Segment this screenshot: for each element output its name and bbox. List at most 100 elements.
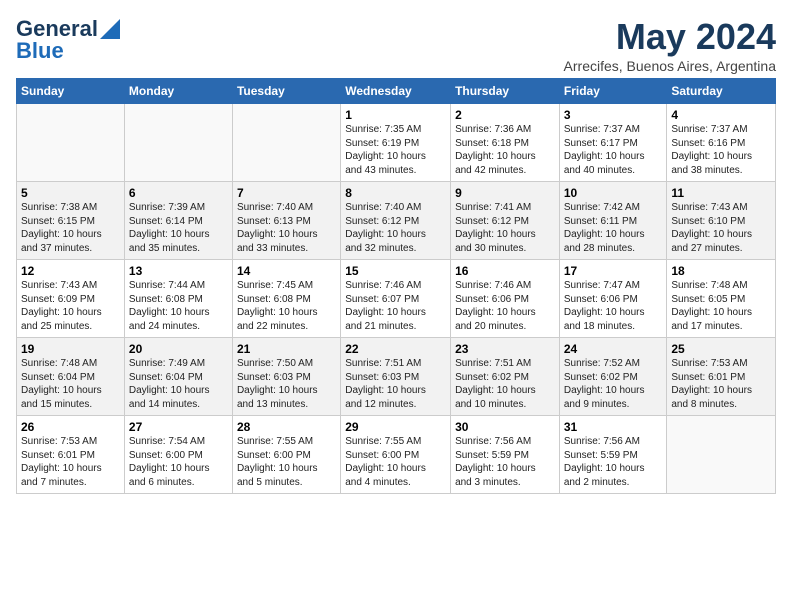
calendar-cell: 22Sunrise: 7:51 AM Sunset: 6:03 PM Dayli… [341,338,451,416]
calendar-cell [124,104,232,182]
day-number: 5 [21,186,120,200]
calendar-cell [232,104,340,182]
day-info: Sunrise: 7:40 AM Sunset: 6:12 PM Dayligh… [345,201,446,255]
calendar-cell: 13Sunrise: 7:44 AM Sunset: 6:08 PM Dayli… [124,260,232,338]
day-number: 17 [564,264,663,278]
calendar-cell: 30Sunrise: 7:56 AM Sunset: 5:59 PM Dayli… [451,416,560,494]
week-row-3: 12Sunrise: 7:43 AM Sunset: 6:09 PM Dayli… [17,260,776,338]
calendar-cell: 6Sunrise: 7:39 AM Sunset: 6:14 PM Daylig… [124,182,232,260]
day-info: Sunrise: 7:39 AM Sunset: 6:14 PM Dayligh… [129,201,228,255]
header-day-thursday: Thursday [451,79,560,104]
calendar-cell: 2Sunrise: 7:36 AM Sunset: 6:18 PM Daylig… [451,104,560,182]
week-row-5: 26Sunrise: 7:53 AM Sunset: 6:01 PM Dayli… [17,416,776,494]
day-number: 25 [671,342,771,356]
day-info: Sunrise: 7:35 AM Sunset: 6:19 PM Dayligh… [345,123,446,177]
day-number: 11 [671,186,771,200]
day-info: Sunrise: 7:41 AM Sunset: 6:12 PM Dayligh… [455,201,555,255]
day-info: Sunrise: 7:48 AM Sunset: 6:05 PM Dayligh… [671,279,771,333]
day-info: Sunrise: 7:46 AM Sunset: 6:07 PM Dayligh… [345,279,446,333]
day-number: 4 [671,108,771,122]
week-row-1: 1Sunrise: 7:35 AM Sunset: 6:19 PM Daylig… [17,104,776,182]
day-info: Sunrise: 7:44 AM Sunset: 6:08 PM Dayligh… [129,279,228,333]
day-number: 29 [345,420,446,434]
day-number: 30 [455,420,555,434]
day-info: Sunrise: 7:54 AM Sunset: 6:00 PM Dayligh… [129,435,228,489]
calendar-cell: 14Sunrise: 7:45 AM Sunset: 6:08 PM Dayli… [232,260,340,338]
logo-blue: Blue [16,38,64,64]
calendar-cell: 3Sunrise: 7:37 AM Sunset: 6:17 PM Daylig… [559,104,667,182]
calendar-cell [17,104,125,182]
day-info: Sunrise: 7:48 AM Sunset: 6:04 PM Dayligh… [21,357,120,411]
day-info: Sunrise: 7:55 AM Sunset: 6:00 PM Dayligh… [345,435,446,489]
day-info: Sunrise: 7:38 AM Sunset: 6:15 PM Dayligh… [21,201,120,255]
day-number: 18 [671,264,771,278]
day-number: 7 [237,186,336,200]
day-number: 15 [345,264,446,278]
day-info: Sunrise: 7:45 AM Sunset: 6:08 PM Dayligh… [237,279,336,333]
title-block: May 2024 Arrecifes, Buenos Aires, Argent… [564,16,776,74]
day-number: 8 [345,186,446,200]
day-number: 26 [21,420,120,434]
day-number: 3 [564,108,663,122]
page-header: General Blue May 2024 Arrecifes, Buenos … [16,16,776,74]
calendar-cell: 23Sunrise: 7:51 AM Sunset: 6:02 PM Dayli… [451,338,560,416]
day-info: Sunrise: 7:51 AM Sunset: 6:02 PM Dayligh… [455,357,555,411]
day-number: 9 [455,186,555,200]
calendar-cell: 19Sunrise: 7:48 AM Sunset: 6:04 PM Dayli… [17,338,125,416]
calendar-cell: 26Sunrise: 7:53 AM Sunset: 6:01 PM Dayli… [17,416,125,494]
day-number: 1 [345,108,446,122]
calendar-cell: 10Sunrise: 7:42 AM Sunset: 6:11 PM Dayli… [559,182,667,260]
day-info: Sunrise: 7:53 AM Sunset: 6:01 PM Dayligh… [671,357,771,411]
day-info: Sunrise: 7:55 AM Sunset: 6:00 PM Dayligh… [237,435,336,489]
day-number: 31 [564,420,663,434]
page-subtitle: Arrecifes, Buenos Aires, Argentina [564,58,776,74]
calendar-cell: 9Sunrise: 7:41 AM Sunset: 6:12 PM Daylig… [451,182,560,260]
day-number: 12 [21,264,120,278]
logo: General Blue [16,16,120,64]
calendar-cell: 8Sunrise: 7:40 AM Sunset: 6:12 PM Daylig… [341,182,451,260]
day-info: Sunrise: 7:40 AM Sunset: 6:13 PM Dayligh… [237,201,336,255]
day-info: Sunrise: 7:43 AM Sunset: 6:10 PM Dayligh… [671,201,771,255]
day-info: Sunrise: 7:36 AM Sunset: 6:18 PM Dayligh… [455,123,555,177]
header-day-monday: Monday [124,79,232,104]
calendar-cell: 12Sunrise: 7:43 AM Sunset: 6:09 PM Dayli… [17,260,125,338]
day-info: Sunrise: 7:46 AM Sunset: 6:06 PM Dayligh… [455,279,555,333]
day-number: 24 [564,342,663,356]
day-number: 21 [237,342,336,356]
day-number: 13 [129,264,228,278]
header-day-saturday: Saturday [667,79,776,104]
calendar-cell: 24Sunrise: 7:52 AM Sunset: 6:02 PM Dayli… [559,338,667,416]
day-info: Sunrise: 7:52 AM Sunset: 6:02 PM Dayligh… [564,357,663,411]
day-info: Sunrise: 7:42 AM Sunset: 6:11 PM Dayligh… [564,201,663,255]
calendar-cell: 1Sunrise: 7:35 AM Sunset: 6:19 PM Daylig… [341,104,451,182]
page-title: May 2024 [564,16,776,58]
calendar-cell: 18Sunrise: 7:48 AM Sunset: 6:05 PM Dayli… [667,260,776,338]
day-number: 27 [129,420,228,434]
calendar-cell: 16Sunrise: 7:46 AM Sunset: 6:06 PM Dayli… [451,260,560,338]
day-info: Sunrise: 7:56 AM Sunset: 5:59 PM Dayligh… [455,435,555,489]
day-number: 2 [455,108,555,122]
day-info: Sunrise: 7:50 AM Sunset: 6:03 PM Dayligh… [237,357,336,411]
day-info: Sunrise: 7:37 AM Sunset: 6:17 PM Dayligh… [564,123,663,177]
header-day-sunday: Sunday [17,79,125,104]
calendar-cell: 28Sunrise: 7:55 AM Sunset: 6:00 PM Dayli… [232,416,340,494]
calendar-cell: 11Sunrise: 7:43 AM Sunset: 6:10 PM Dayli… [667,182,776,260]
calendar-cell: 21Sunrise: 7:50 AM Sunset: 6:03 PM Dayli… [232,338,340,416]
calendar-cell: 17Sunrise: 7:47 AM Sunset: 6:06 PM Dayli… [559,260,667,338]
calendar-cell: 5Sunrise: 7:38 AM Sunset: 6:15 PM Daylig… [17,182,125,260]
day-number: 6 [129,186,228,200]
header-day-wednesday: Wednesday [341,79,451,104]
header-row: SundayMondayTuesdayWednesdayThursdayFrid… [17,79,776,104]
calendar-cell: 4Sunrise: 7:37 AM Sunset: 6:16 PM Daylig… [667,104,776,182]
calendar-cell: 27Sunrise: 7:54 AM Sunset: 6:00 PM Dayli… [124,416,232,494]
day-number: 19 [21,342,120,356]
day-number: 14 [237,264,336,278]
day-info: Sunrise: 7:47 AM Sunset: 6:06 PM Dayligh… [564,279,663,333]
day-info: Sunrise: 7:49 AM Sunset: 6:04 PM Dayligh… [129,357,228,411]
calendar-cell: 7Sunrise: 7:40 AM Sunset: 6:13 PM Daylig… [232,182,340,260]
day-info: Sunrise: 7:56 AM Sunset: 5:59 PM Dayligh… [564,435,663,489]
calendar-cell [667,416,776,494]
day-info: Sunrise: 7:53 AM Sunset: 6:01 PM Dayligh… [21,435,120,489]
day-number: 20 [129,342,228,356]
week-row-4: 19Sunrise: 7:48 AM Sunset: 6:04 PM Dayli… [17,338,776,416]
